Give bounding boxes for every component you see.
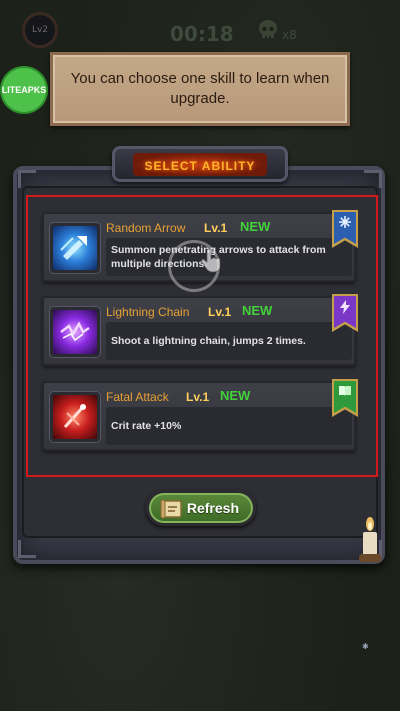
skill-level: Lv.1 — [186, 390, 210, 404]
kill-count: x8 — [282, 28, 297, 42]
tooltip-text: You can choose one skill to learn when u… — [70, 70, 330, 107]
watermark-logo: LITEAPKS — [0, 66, 48, 114]
skill-description-box: Shoot a lightning chain, jumps 2 times. — [106, 322, 352, 360]
skull-icon — [259, 20, 277, 38]
arrow-icon — [50, 223, 100, 273]
scroll-icon — [160, 499, 182, 519]
fatal-attack-icon — [50, 392, 100, 442]
refresh-button[interactable]: Refresh — [146, 490, 256, 526]
skill-description-box: Crit rate +10% — [106, 407, 352, 445]
skill-name: Fatal Attack — [106, 390, 169, 404]
upgrade-tooltip: You can choose one skill to learn when u… — [50, 52, 350, 126]
refresh-label: Refresh — [186, 500, 239, 516]
decorative-sparkle-icon: ✱ — [362, 642, 369, 651]
new-badge: NEW — [220, 388, 251, 403]
skill-name: Lightning Chain — [106, 305, 190, 319]
skill-description: Crit rate +10% — [111, 420, 182, 432]
lightning-icon-graphic — [60, 321, 90, 342]
lightning-icon — [50, 307, 100, 357]
kill-counter: x8 — [256, 18, 297, 42]
title-glow: SELECT ABILITY — [132, 152, 268, 176]
new-badge: NEW — [242, 303, 273, 318]
panel-corner-ornament — [364, 170, 382, 188]
candle-icon — [359, 517, 381, 562]
panel-corner-ornament — [18, 540, 36, 558]
panel-title-plate: SELECT ABILITY — [112, 146, 288, 182]
sword-slash-icon — [63, 404, 86, 429]
game-timer: 00:18 — [170, 22, 234, 46]
watermark-label: LITEAPKS — [1, 85, 47, 95]
skill-name: Random Arrow — [106, 221, 186, 235]
player-level-label: Lv2 — [31, 25, 49, 35]
skill-description-box: Summon penetrating arrows to attack from… — [106, 238, 352, 276]
snowflake-icon — [339, 216, 351, 228]
hand-pointer-icon — [201, 248, 221, 273]
panel-corner-ornament — [18, 170, 36, 188]
new-badge: NEW — [240, 219, 271, 234]
skill-card-lightning-chain[interactable]: Lightning Chain Lv.1 NEW Shoot a lightni… — [42, 294, 358, 366]
bolt-icon — [340, 300, 350, 314]
skill-description: Shoot a lightning chain, jumps 2 times. — [111, 335, 306, 347]
skill-card-fatal-attack[interactable]: Fatal Attack Lv.1 NEW Crit rate +10% — [42, 379, 358, 451]
arrow-icon-graphic — [60, 236, 87, 260]
skill-level: Lv.1 — [204, 221, 228, 235]
skill-level: Lv.1 — [208, 305, 232, 319]
player-level-badge: Lv2 — [22, 12, 58, 48]
skill-description: Summon penetrating arrows to attack from… — [111, 244, 326, 270]
book-icon — [339, 386, 351, 396]
panel-title: SELECT ABILITY — [144, 158, 256, 173]
